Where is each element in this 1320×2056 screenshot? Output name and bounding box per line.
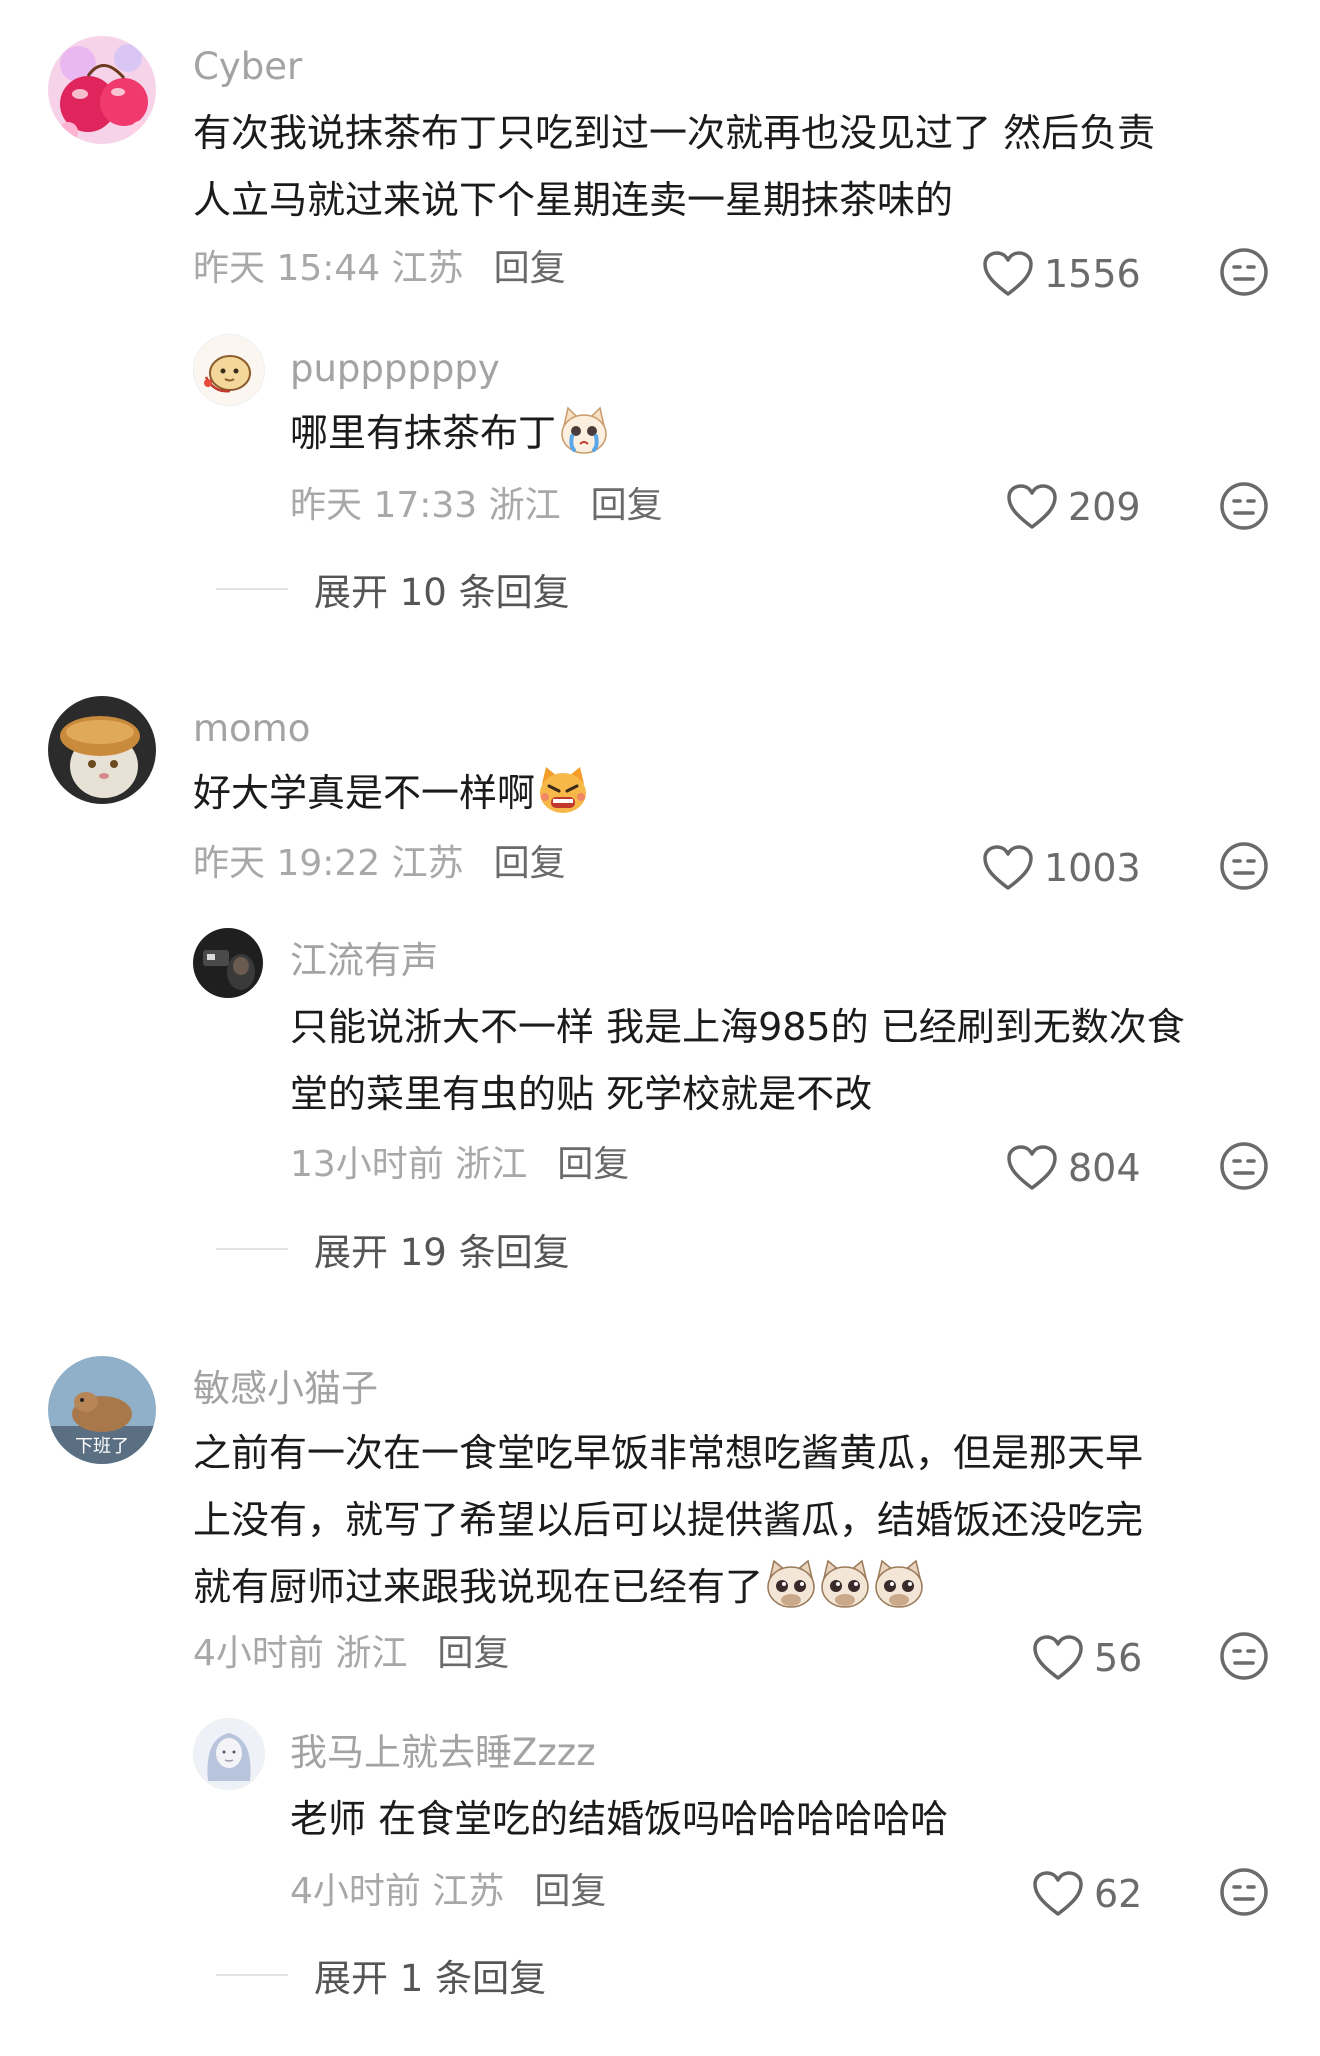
like-count: 1003 <box>1044 846 1141 890</box>
cat-bread-avatar[interactable] <box>48 696 156 804</box>
comment-text: 之前有一次在一食堂吃早饭非常想吃酱黄瓜，但是那天早 上没有，就写了希望以后可以提… <box>193 1420 1143 1621</box>
avatar-caption: 下班了 <box>75 1436 129 1457</box>
reply-button[interactable]: 回复 <box>534 1871 606 1912</box>
comment-line: 人立马就过来说下个星期连卖一星期抹茶味的 <box>193 178 954 222</box>
comment-line-text: 就有厨师过来跟我说现在已经有了 <box>193 1565 764 1609</box>
reply-line: 哪里有抹茶布丁 <box>290 400 610 467</box>
dislike-face-icon[interactable] <box>1218 1140 1270 1192</box>
comment-meta: 昨天 15:44 江苏 回复 <box>193 251 566 287</box>
username[interactable]: Cyber <box>193 48 302 85</box>
heart-icon <box>1033 1871 1083 1916</box>
comment-line: 上没有，就写了希望以后可以提供酱瓜，结婚饭还没吃完 <box>193 1498 1144 1542</box>
capybara-avatar[interactable]: 下班了 <box>48 1356 156 1464</box>
like-button[interactable]: 209 <box>1006 479 1141 535</box>
crying-cat-emoji <box>561 406 607 454</box>
reply-button[interactable]: 回复 <box>494 248 566 289</box>
reply-meta: 4小时前 江苏 回复 <box>290 1874 606 1910</box>
username[interactable]: 敏感小猫子 <box>193 1370 378 1407</box>
like-count: 804 <box>1068 1146 1141 1190</box>
heart-icon <box>1007 484 1057 529</box>
like-button[interactable]: 62 <box>1032 1866 1142 1922</box>
expand-replies-button[interactable]: 展开 19 条回复 <box>216 1222 570 1276</box>
heart-icon <box>983 845 1033 890</box>
cherry-avatar[interactable] <box>48 36 156 144</box>
reply-line: 只能说浙大不一样 我是上海985的 已经刷到无数次食 <box>290 1005 1185 1049</box>
like-button[interactable]: 56 <box>1032 1630 1142 1686</box>
comment-line: 之前有一次在一食堂吃早饭非常想吃酱黄瓜，但是那天早 <box>193 1431 1144 1475</box>
like-button[interactable]: 804 <box>1006 1140 1141 1196</box>
angry-cat-emoji <box>540 767 587 813</box>
reply-text: 只能说浙大不一样 我是上海985的 已经刷到无数次食 堂的菜里有虫的贴 死学校就… <box>290 994 1185 1128</box>
reply-line: 老师 在食堂吃的结婚饭吗哈哈哈哈哈哈 <box>290 1797 949 1841</box>
timestamp-location: 4小时前 江苏 <box>290 1871 505 1912</box>
expand-replies-button[interactable]: 展开 10 条回复 <box>216 562 570 616</box>
timestamp-location: 13小时前 浙江 <box>290 1144 528 1185</box>
reply-text: 哪里有抹茶布丁 <box>290 400 610 467</box>
comment-line: 就有厨师过来跟我说现在已经有了 <box>193 1554 1143 1621</box>
heart-icon <box>1033 1635 1083 1680</box>
heart-icon <box>983 251 1033 296</box>
cartoon-dog-avatar[interactable] <box>193 334 265 406</box>
heart-icon <box>1007 1145 1057 1190</box>
reply-line: 堂的菜里有虫的贴 死学校就是不改 <box>290 1072 873 1116</box>
reply-meta: 13小时前 浙江 回复 <box>290 1147 629 1183</box>
timestamp-location: 4小时前 浙江 <box>193 1633 408 1674</box>
pleading-cat-emoji <box>821 1559 869 1608</box>
comment-line: 有次我说抹茶布丁只吃到过一次就再也没见过了 然后负责 <box>193 111 1156 155</box>
timestamp-location: 昨天 19:22 江苏 <box>193 843 464 884</box>
dislike-face-icon[interactable] <box>1218 480 1270 532</box>
like-button[interactable]: 1003 <box>982 840 1141 896</box>
comment-line: 好大学真是不一样啊 <box>193 760 589 827</box>
username[interactable]: 我马上就去睡Zzzz <box>290 1734 596 1771</box>
like-button[interactable]: 1556 <box>982 246 1141 302</box>
reply-button[interactable]: 回复 <box>437 1633 509 1674</box>
username[interactable]: momo <box>193 710 310 747</box>
comment-text: 有次我说抹茶布丁只吃到过一次就再也没见过了 然后负责 人立马就过来说下个星期连卖… <box>193 100 1155 234</box>
reply-line-text: 哪里有抹茶布丁 <box>290 411 557 455</box>
reply-button[interactable]: 回复 <box>557 1144 629 1185</box>
divider <box>216 588 288 590</box>
expand-label: 展开 19 条回复 <box>314 1231 570 1274</box>
dislike-face-icon[interactable] <box>1218 840 1270 892</box>
username[interactable]: 江流有声 <box>290 942 438 979</box>
username[interactable]: puppppppy <box>290 350 500 387</box>
reply-text: 老师 在食堂吃的结婚饭吗哈哈哈哈哈哈 <box>290 1786 948 1853</box>
divider <box>216 1248 288 1250</box>
comment-line-text: 好大学真是不一样啊 <box>193 771 536 815</box>
like-count: 62 <box>1094 1872 1143 1916</box>
dislike-face-icon[interactable] <box>1218 246 1270 298</box>
reply-button[interactable]: 回复 <box>591 485 663 526</box>
dark-photo-avatar[interactable] <box>193 928 263 998</box>
timestamp-location: 昨天 15:44 江苏 <box>193 248 464 289</box>
expand-label: 展开 1 条回复 <box>314 1957 547 2000</box>
like-count: 56 <box>1094 1636 1143 1680</box>
pleading-cat-emoji <box>875 1559 923 1608</box>
like-count: 209 <box>1068 485 1141 529</box>
expand-label: 展开 10 条回复 <box>314 571 570 614</box>
reply-button[interactable]: 回复 <box>494 843 566 884</box>
comment-meta: 昨天 19:22 江苏 回复 <box>193 846 566 882</box>
comment-meta: 4小时前 浙江 回复 <box>193 1636 509 1672</box>
timestamp-location: 昨天 17:33 浙江 <box>290 485 561 526</box>
comment-text: 好大学真是不一样啊 <box>193 760 589 827</box>
pleading-cat-emoji <box>767 1559 815 1608</box>
reply-meta: 昨天 17:33 浙江 回复 <box>290 488 663 524</box>
sketch-girl-avatar[interactable] <box>193 1718 265 1790</box>
dislike-face-icon[interactable] <box>1218 1866 1270 1918</box>
dislike-face-icon[interactable] <box>1218 1630 1270 1682</box>
expand-replies-button[interactable]: 展开 1 条回复 <box>216 1948 546 2002</box>
like-count: 1556 <box>1044 252 1141 296</box>
divider <box>216 1974 288 1976</box>
